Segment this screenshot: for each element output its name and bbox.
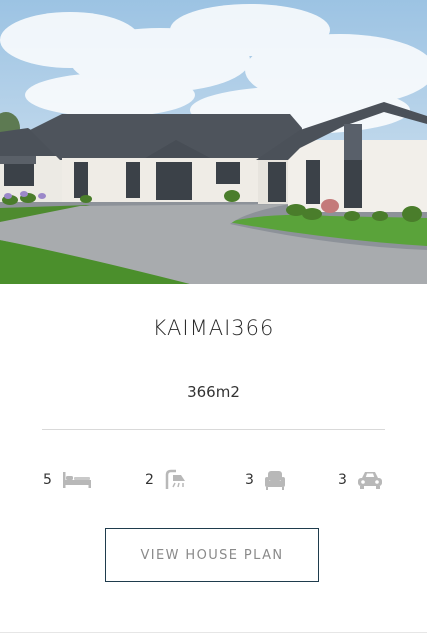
living-count: 3 xyxy=(245,472,254,488)
bedroom-count: 5 xyxy=(43,472,52,488)
bed-icon xyxy=(62,470,92,490)
bathrooms-feature: 2 xyxy=(145,466,186,494)
view-house-plan-button[interactable]: VIEW HOUSE PLAN xyxy=(105,528,319,582)
bathroom-count: 2 xyxy=(145,472,154,488)
living-feature: 3 xyxy=(245,466,286,494)
card-bottom-border xyxy=(0,632,427,633)
plan-title: KAIMAI366 xyxy=(152,316,275,340)
house-plan-card[interactable]: KAIMAI366 366m2 5 2 3 3 VIEW HOUSE PLAN xyxy=(0,0,427,635)
divider xyxy=(42,429,385,430)
garage-count: 3 xyxy=(338,472,347,488)
armchair-icon xyxy=(264,470,286,490)
bedrooms-feature: 5 xyxy=(43,466,92,494)
car-icon xyxy=(357,470,383,490)
floor-area: 366m2 xyxy=(187,383,240,401)
feature-list: 5 2 3 3 xyxy=(0,466,427,494)
garage-feature: 3 xyxy=(338,466,383,494)
shower-icon xyxy=(164,469,186,491)
house-image[interactable] xyxy=(0,0,427,284)
